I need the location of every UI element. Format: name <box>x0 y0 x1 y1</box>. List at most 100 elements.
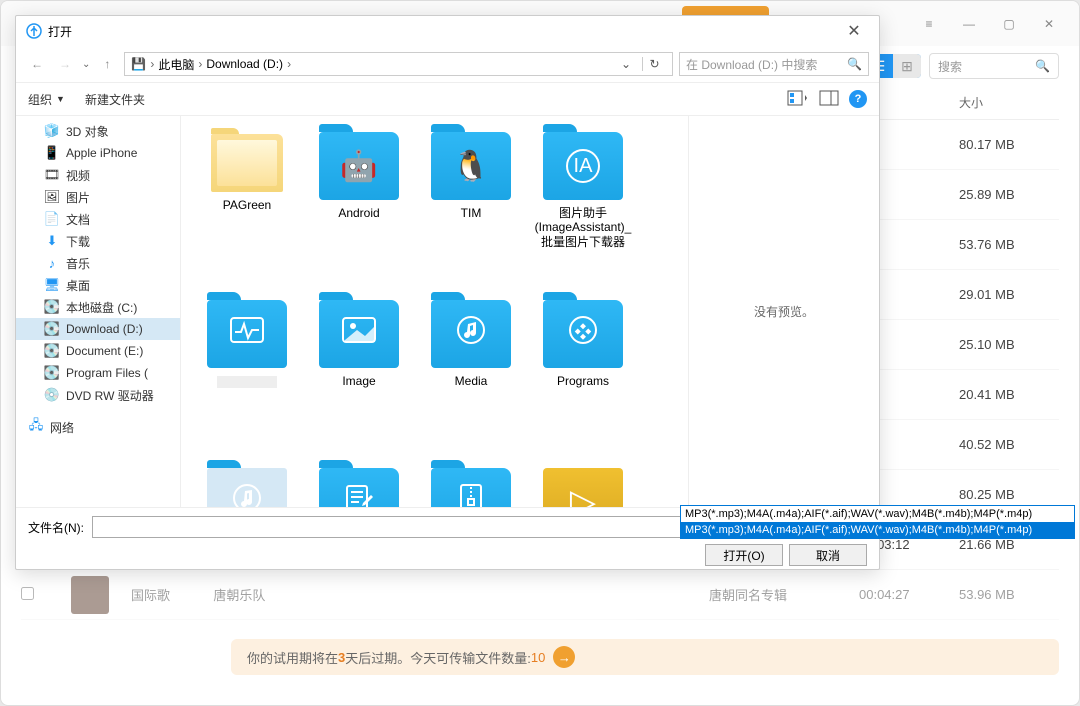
filename-input[interactable] <box>92 516 701 538</box>
open-button[interactable]: 打开(O) <box>705 544 783 566</box>
folder-pagreen[interactable]: PAGreen <box>191 126 303 294</box>
dialog-titlebar: 打开 ✕ <box>16 16 879 46</box>
refresh-button[interactable]: ↻ <box>642 57 666 71</box>
breadcrumb-drive[interactable]: Download (D:) <box>206 57 283 71</box>
dialog-close-button[interactable]: ✕ <box>839 21 869 41</box>
android-icon: 🤖 <box>340 149 377 184</box>
cube-icon: 🧊 <box>44 123 60 139</box>
folder-tim[interactable]: 🐧 TIM <box>415 126 527 294</box>
table-row[interactable]: 国际歌 唐朝乐队 唐朝同名专辑 00:04:27 53.96 MB <box>21 570 1059 620</box>
folder-android[interactable]: 🤖 Android <box>303 126 415 294</box>
drive-icon: 💽 <box>44 299 60 315</box>
tree-item-3d-objects[interactable]: 🧊3D 对象 <box>16 120 180 142</box>
breadcrumb-separator-icon: › <box>150 57 154 71</box>
tree-item-downloads[interactable]: ⬇下载 <box>16 230 180 252</box>
folder-icon <box>207 468 287 507</box>
tree-item-fdrive[interactable]: 💽Program Files ( <box>16 362 180 384</box>
folder-image[interactable]: Image <box>303 294 415 462</box>
music-note-icon <box>456 315 486 353</box>
dialog-title: 打开 <box>48 23 72 40</box>
phone-icon: 📱 <box>44 145 60 161</box>
folder-imageassistant[interactable]: IA 图片助手(ImageAssistant)_批量图片下载器 <box>527 126 639 294</box>
tree-item-network[interactable]: 🖧网络 <box>16 416 180 438</box>
folder-media[interactable]: Media <box>415 294 527 462</box>
apps-icon <box>568 315 598 353</box>
dialog-toolbar: 组织 ▼ 新建文件夹 ? <box>16 82 879 116</box>
tree-item-pictures[interactable]: 🖼图片 <box>16 186 180 208</box>
folder-programs[interactable]: Programs <box>527 294 639 462</box>
column-size[interactable]: 大小 <box>959 94 1059 111</box>
drive-icon: 💾 <box>131 57 146 71</box>
folder-partial-1[interactable] <box>191 462 303 507</box>
folder-tree: 🧊3D 对象 📱Apple iPhone 🎞视频 🖼图片 📄文档 ⬇下载 ♪音乐… <box>16 116 181 507</box>
album-thumbnail <box>71 576 109 614</box>
download-icon: ⬇ <box>44 233 60 249</box>
breadcrumb-pc[interactable]: 此电脑 <box>158 56 194 73</box>
folder-icon: 🤖 <box>319 132 399 200</box>
folder-icon <box>431 468 511 507</box>
folder-icon <box>543 300 623 368</box>
window-controls: ≡ — ▢ ✕ <box>909 9 1069 39</box>
breadcrumb-separator-icon: › <box>198 57 202 71</box>
trial-arrow-button[interactable]: → <box>553 646 575 668</box>
nav-back-button[interactable]: ← <box>26 53 48 75</box>
drive-icon: 💽 <box>44 321 60 337</box>
filter-option[interactable]: MP3(*.mp3);M4A(.m4a);AIF(*.aif);WAV(*.wa… <box>681 506 1074 522</box>
view-mode-button[interactable] <box>787 90 809 109</box>
folder-icon <box>319 300 399 368</box>
grid-view-icon[interactable]: ⊞ <box>893 54 921 78</box>
folder-icon: 🐧 <box>431 132 511 200</box>
picture-icon: 🖼 <box>44 189 60 205</box>
file-type-filter-dropdown[interactable]: MP3(*.mp3);M4A(.m4a);AIF(*.aif);WAV(*.wa… <box>680 505 1075 539</box>
folder-partial-3[interactable] <box>415 462 527 507</box>
tree-item-videos[interactable]: 🎞视频 <box>16 164 180 186</box>
tree-item-documents[interactable]: 📄文档 <box>16 208 180 230</box>
dialog-body: 🧊3D 对象 📱Apple iPhone 🎞视频 🖼图片 📄文档 ⬇下载 ♪音乐… <box>16 116 879 507</box>
folder-partial-2[interactable] <box>303 462 415 507</box>
filter-option-selected[interactable]: MP3(*.mp3);M4A(.m4a);AIF(*.aif);WAV(*.wa… <box>681 522 1074 538</box>
dialog-nav: ← → ⌄ ↑ 💾 › 此电脑 › Download (D:) › ⌄ ↻ 在 … <box>16 46 879 82</box>
tree-item-desktop[interactable]: 🖥桌面 <box>16 274 180 296</box>
folder-icon: ▷ <box>543 468 623 507</box>
drive-icon: 💽 <box>44 343 60 359</box>
cancel-button[interactable]: 取消 <box>789 544 867 566</box>
main-search-input[interactable]: 搜索 🔍 <box>929 53 1059 79</box>
hamburger-menu-button[interactable]: ≡ <box>909 9 949 39</box>
breadcrumb-dropdown-icon[interactable]: ⌄ <box>614 57 638 71</box>
penguin-icon: 🐧 <box>452 149 489 184</box>
nav-forward-button[interactable]: → <box>54 53 76 75</box>
wave-icon <box>229 316 265 352</box>
tree-item-edrive[interactable]: 💽Document (E:) <box>16 340 180 362</box>
nav-history-dropdown[interactable]: ⌄ <box>82 59 90 70</box>
music-note-icon <box>232 483 262 507</box>
files-area: PAGreen 🤖 Android 🐧 TIM IA 图片助手(ImageAss… <box>181 116 879 507</box>
folder-unnamed-1[interactable] <box>191 294 303 462</box>
help-button[interactable]: ? <box>849 90 867 108</box>
desktop-icon: 🖥 <box>44 277 60 293</box>
tree-item-cdrive[interactable]: 💽本地磁盘 (C:) <box>16 296 180 318</box>
preview-pane-button[interactable] <box>819 90 839 109</box>
maximize-button[interactable]: ▢ <box>989 9 1029 39</box>
image-icon <box>341 316 377 352</box>
files-grid[interactable]: PAGreen 🤖 Android 🐧 TIM IA 图片助手(ImageAss… <box>181 116 689 507</box>
minimize-button[interactable]: — <box>949 9 989 39</box>
network-icon: 🖧 <box>28 419 44 435</box>
dialog-search-input[interactable]: 在 Download (D:) 中搜索 🔍 <box>679 52 869 76</box>
tree-item-music[interactable]: ♪音乐 <box>16 252 180 274</box>
file-open-dialog: 打开 ✕ ← → ⌄ ↑ 💾 › 此电脑 › Download (D:) › ⌄… <box>15 15 880 570</box>
folder-partial-4[interactable]: ▷ <box>527 462 639 507</box>
tree-item-iphone[interactable]: 📱Apple iPhone <box>16 142 180 164</box>
play-icon: ▷ <box>570 482 596 507</box>
archive-icon <box>457 483 485 507</box>
close-button[interactable]: ✕ <box>1029 9 1069 39</box>
trial-banner: 你的试用期将在 3 天后过期。今天可传输文件数量: 10 → <box>231 639 1059 675</box>
folder-icon <box>211 134 283 192</box>
row-checkbox[interactable] <box>21 587 34 600</box>
search-icon: 🔍 <box>847 57 862 71</box>
organize-button[interactable]: 组织 ▼ <box>28 91 65 108</box>
breadcrumb-bar[interactable]: 💾 › 此电脑 › Download (D:) › ⌄ ↻ <box>124 52 673 76</box>
new-folder-button[interactable]: 新建文件夹 <box>85 91 145 108</box>
tree-item-dvd[interactable]: 💿DVD RW 驱动器 <box>16 384 180 406</box>
tree-item-ddrive[interactable]: 💽Download (D:) <box>16 318 180 340</box>
nav-up-button[interactable]: ↑ <box>96 53 118 75</box>
